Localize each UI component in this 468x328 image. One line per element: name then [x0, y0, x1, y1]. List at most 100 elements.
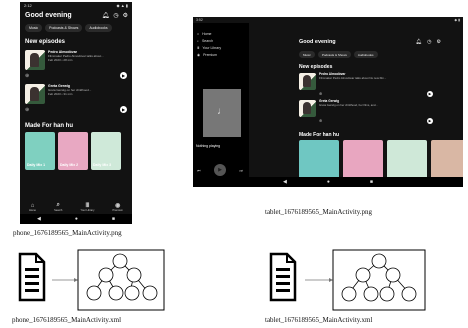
caption-tablet-png: tablet_1676189565_MainActivity.png [265, 208, 373, 216]
document-icon [269, 252, 297, 302]
back-icon[interactable]: ◀ [37, 216, 41, 222]
episode-card[interactable]: Greta Gerwig Greta Gerwig on her childhoo… [297, 99, 463, 118]
document-icon [18, 252, 46, 302]
search-icon: ⌕ [197, 39, 199, 43]
episode-artwork [299, 73, 316, 90]
chip-audiobooks[interactable]: Audiobooks [85, 24, 112, 32]
nav-label: Search [54, 209, 63, 212]
now-playing-label: Nothing playing [196, 144, 221, 148]
section-title-new-episodes: New episodes [299, 64, 333, 70]
episode-artwork [299, 100, 316, 117]
mix-row: Daily Mix 1 Daily Mix 2 Daily Mix 3 [20, 132, 132, 170]
greeting-title: Good evening [299, 39, 336, 45]
sidebar-item-label: Search [201, 39, 214, 43]
library-icon: Ⅲ [85, 203, 90, 209]
phone-xml-diagram [18, 249, 165, 311]
status-time: 2:12 [24, 3, 32, 8]
nav-library[interactable]: Ⅲ Your Library [80, 202, 94, 212]
chip-music[interactable]: Music [25, 24, 43, 32]
sidebar-item-home[interactable]: ⌂ Home [193, 29, 249, 36]
episode-artwork [25, 50, 45, 70]
spotify-icon: ◉ [115, 203, 121, 209]
nav-label: Home [29, 208, 36, 212]
bell-icon[interactable]: 🔔︎ [102, 12, 110, 19]
arrow-head [329, 278, 333, 282]
status-icons: ◆ ▲ ▮ [116, 3, 128, 8]
system-nav-bar: ◀ ● ■ [193, 177, 463, 187]
library-icon: Ⅲ [197, 46, 200, 50]
mix-card[interactable]: Daily Mix 3 [91, 132, 121, 170]
back-icon[interactable]: ◀ [283, 179, 287, 185]
sidebar-item-library[interactable]: Ⅲ Your Library [193, 43, 249, 50]
gear-icon[interactable]: ⚙ [437, 39, 441, 45]
home-button-icon[interactable]: ● [327, 179, 330, 185]
play-button[interactable]: ▶ [427, 91, 433, 97]
search-icon: ⌕ [56, 202, 60, 208]
episode-meta: Feb 2023 • 28 min [48, 58, 73, 62]
add-icon[interactable]: ⊕ [25, 73, 29, 79]
section-title-new-episodes: New episodes [25, 39, 66, 45]
sidebar-item-label: Home [202, 32, 212, 36]
history-icon[interactable]: ◷ [113, 12, 118, 19]
main-content: Good evening 🔔︎ ◷ ⚙ Music Podcasts & Sho… [297, 23, 463, 187]
home-button-icon[interactable]: ● [75, 216, 78, 222]
mix-card[interactable]: Daily Mix 2 [58, 132, 88, 170]
mix-card[interactable]: Daily Mix 1 [25, 132, 55, 170]
player-controls: ⏮ ▶ ⏭ [197, 164, 243, 176]
chip-podcasts[interactable]: Podcasts & Shows [45, 24, 83, 32]
gear-icon[interactable]: ⚙ [123, 12, 128, 19]
caption-tablet-xml: tablet_1676189565_MainActivity.xml [265, 316, 373, 324]
episode-card[interactable]: Greta Gerwig Greta Gerwig on her childho… [20, 82, 132, 104]
section-title-made-for: Made For han hu [25, 123, 73, 129]
episode-artwork [25, 84, 45, 104]
sidebar-item-premium[interactable]: ◉ Premium [193, 50, 249, 57]
nav-label: Your Library [80, 209, 95, 212]
add-icon[interactable]: ⊕ [319, 118, 322, 124]
sidebar-item-label: Your Library [202, 46, 222, 50]
caption-phone-xml: phone_1676189565_MainActivity.xml [12, 316, 122, 324]
status-bar: 2:12 ◆ ▲ ▮ [20, 2, 132, 10]
phone-screenshot: 2:12 ◆ ▲ ▮ Good evening 🔔︎ ◷ ⚙ Music Pod… [20, 2, 132, 224]
section-title-made-for: Made For han hu [299, 132, 339, 138]
play-button[interactable]: ▶ [120, 106, 127, 113]
sidebar-item-label: Premium [203, 53, 218, 57]
next-icon[interactable]: ⏭ [239, 168, 243, 173]
bottom-nav: ⌂ Home ⌕ Search Ⅲ Your Library ◉ Premium [20, 200, 132, 214]
play-button[interactable]: ▶ [427, 118, 433, 124]
sidebar-item-search[interactable]: ⌕ Search [193, 36, 249, 43]
header: Good evening 🔔︎ ◷ ⚙ [20, 10, 132, 19]
nav-search[interactable]: ⌕ Search [54, 202, 62, 212]
chip-music[interactable]: Music [299, 51, 315, 58]
home-icon: ⌂ [197, 32, 200, 36]
tablet-xml-diagram [269, 249, 426, 311]
episode-meta: Feb 2023 • 31 min [48, 92, 73, 96]
nav-home[interactable]: ⌂ Home [29, 203, 36, 212]
history-icon[interactable]: ◷ [427, 39, 431, 45]
tablet-screenshot: 3:52 ◆ ▮ ⌂ Home ⌕ Search Ⅲ Your Library ◉ Pr… [193, 17, 463, 187]
mix-label: Daily Mix 2 [60, 163, 79, 167]
episode-card[interactable]: Pedro Almodóvar Filmmaker Pedro Almodóva… [20, 48, 132, 70]
play-button[interactable]: ▶ [120, 72, 127, 79]
mix-label: Daily Mix 3 [93, 163, 112, 167]
chip-audiobooks[interactable]: Audiobooks [353, 51, 378, 58]
now-playing-artwork: ♩ [203, 89, 241, 137]
greeting-title: Good evening [25, 12, 72, 19]
bell-icon[interactable]: 🔔︎ [416, 39, 422, 45]
episode-description: Filmmaker Pedro Almodóvar talks about hi… [319, 75, 387, 80]
mix-label: Daily Mix 1 [27, 163, 46, 167]
arrow-head [74, 278, 78, 282]
add-icon[interactable]: ⊕ [319, 91, 322, 97]
play-button[interactable]: ▶ [214, 164, 226, 176]
previous-icon[interactable]: ⏮ [197, 168, 201, 173]
filter-chips: Music Podcasts & Shows Audiobooks [20, 19, 132, 32]
add-icon[interactable]: ⊕ [25, 107, 29, 113]
episode-description: Greta Gerwig on her childhood, her films… [319, 102, 378, 107]
chip-podcasts[interactable]: Podcasts & Shows [317, 51, 351, 58]
filter-chips: Music Podcasts & Shows Audiobooks [297, 45, 463, 58]
recents-icon[interactable]: ■ [112, 216, 115, 222]
nav-premium[interactable]: ◉ Premium [113, 202, 123, 212]
caption-phone-png: phone_1676189565_MainActivity.png [13, 229, 122, 237]
episode-card[interactable]: Pedro Almodóvar Filmmaker Pedro Almodóvar… [297, 72, 463, 91]
spotify-icon: ◉ [197, 53, 201, 57]
recents-icon[interactable]: ■ [370, 179, 373, 185]
